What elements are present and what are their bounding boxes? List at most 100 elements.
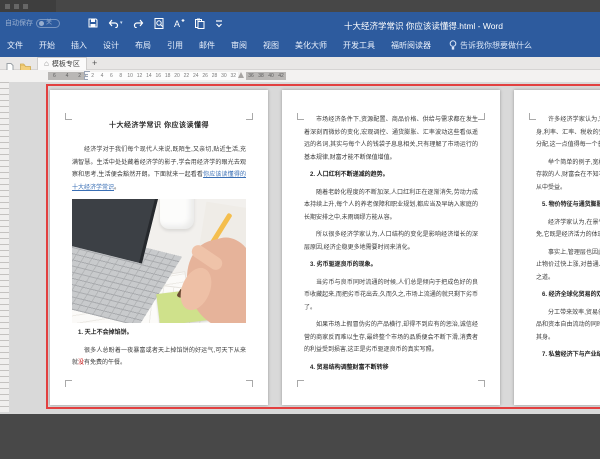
heading-1: 1. 天上不会掉馅饼。 [72,327,246,340]
ribbon-tab[interactable]: 美化大师 [295,40,327,51]
tell-me-label: 告诉我你想要做什么 [460,40,532,51]
redo-icon[interactable] [133,16,144,30]
intro-paragraph: 经济学对于我们每个现代人来说,既陌生,又亲切,贴近生活,充满智慧。生活中处处藏着… [72,144,246,194]
customize-quick-access-icon[interactable] [215,16,223,30]
ribbon-tab[interactable]: 开发工具 [343,40,375,51]
autosave-toggle[interactable]: 自动保存 关 [5,18,60,28]
ribbon-tab[interactable]: 引用 [167,40,183,51]
ribbon-tab[interactable]: 设计 [103,40,119,51]
body-paragraph: 所以很多经济学家认为,人口结构的变化是影响经济增长的深层原因,经济企稳更多地需要… [304,229,478,254]
screen-bottom-strip [0,414,600,459]
ruler-number: 16 [154,74,163,79]
ruler-number: 4 [61,74,74,79]
undo-dropdown-icon[interactable]: ▾ [120,20,123,26]
ruler-number: 20 [172,74,181,79]
body-paragraph: 事实上,管理层也因此面临两难,既要保持经济平稳增长,又要防止物价过快上涨,对普通… [536,247,600,285]
undo-icon[interactable]: ▾ [108,16,123,30]
body-paragraph: 许多经济学家认为,宏观政策的每一次调整都会牵一发而动全身,利率、汇率、税收的变化… [536,114,600,152]
heading-7: 7. 私营经济下与产业结构调整 [536,349,600,362]
ruler-number: 2 [88,74,97,79]
ribbon-tab[interactable]: 视图 [263,40,279,51]
heading-4: 4. 贸易结构调整财富不断转移 [304,362,478,375]
recorder-controls-icon [5,4,28,9]
crop-mark-icon [297,380,304,387]
save-icon[interactable] [88,16,98,30]
crop-mark-icon [478,113,485,120]
page-2[interactable]: 市场经济条件下,资源配置、商品价格、供给与需求都在发生着深刻而微妙的变化,宏观调… [282,90,500,405]
crop-mark-icon [246,113,253,120]
tab-template-zone[interactable]: ⌂ 模板专区 [37,57,87,70]
ruler-number: 26 [201,74,210,79]
ruler-number: 18 [163,74,172,79]
add-tab-button[interactable]: + [92,58,97,69]
ribbon-tab[interactable]: 审阅 [231,40,247,51]
body-paragraph: 很多人总盼着一夜暴富或者天上掉馅饼的好运气,可天下从来就没有免费的午餐。 [72,345,246,370]
photo-mug [160,199,194,229]
crop-mark-icon [65,380,72,387]
heading-5: 5. 物价特征与通货膨胀。 [536,199,600,212]
autosave-pill[interactable]: 关 [36,19,60,28]
document-title: 十大经济学常识 你应该读懂得 [72,120,246,130]
print-preview-icon[interactable] [154,16,164,30]
document-area: 十大经济学常识 你应该读懂得 经济学对于我们每个现代人来说,既陌生,又亲切,贴近… [0,82,600,414]
ruler-number: 12 [135,74,144,79]
inline-photo-writing-hand [72,199,246,323]
ruler-right-margin: 36384042 [246,72,286,80]
crop-mark-icon [529,113,536,120]
ribbon-tab-row: 文件 开始 插入 设计 布局 引用 邮件 审阅 视图 美化大师 开发工具 福昕阅读器 告诉我你想要做什… [0,34,600,57]
screen-capture-strip [0,0,600,12]
ruler-number: 4 [97,74,106,79]
ruler-number: 6 [48,74,61,79]
quick-access-toolbar: ▾ A [88,15,223,31]
body-paragraph: 如果市场上假冒伪劣的产品横行,却得不到应有的惩治,诚信经营的商家反而难以生存,最… [304,319,478,357]
intro-tail: 。 [114,185,120,191]
document-tab-bar: ⌂ 模板专区 + [0,57,600,70]
ribbon-tab[interactable]: 福昕阅读器 [391,40,431,51]
ribbon-tab[interactable]: 插入 [71,40,87,51]
font-grow-icon[interactable]: A [174,16,185,30]
autosave-knob [39,21,44,26]
ruler-number: 32 [229,74,238,79]
window-title: 十大经济学常识 你应该读懂得.html - Word [344,20,503,32]
ribbon-tab[interactable]: 邮件 [199,40,215,51]
title-bar: 自动保存 关 ▾ A [0,12,600,34]
body-paragraph: 分工带来效率,贸易创造财富,但全球化也是一把双刃剑,它让商品和资本自由流动的同时… [536,307,600,345]
heading-3: 3. 劣币驱逐良币的现象。 [304,259,478,272]
word-window: 自动保存 关 ▾ A [0,0,600,459]
crop-mark-icon [246,380,253,387]
svg-text:A: A [174,19,180,28]
vertical-ruler[interactable] [0,82,9,412]
ruler-number: 42 [276,74,286,79]
body-paragraph: 市场经济条件下,资源配置、商品价格、供给与需求都在发生着深刻而微妙的变化,宏观调… [304,114,478,164]
page-1[interactable]: 十大经济学常识 你应该读懂得 经济学对于我们每个现代人来说,既陌生,又亲切,贴近… [50,90,268,405]
ruler-number: 38 [256,74,266,79]
heading-2: 2. 人口红利不断递减的趋势。 [304,169,478,182]
heading-6: 6. 经济全球化贸易的双刃剑。 [536,289,600,302]
ruler-number: 22 [182,74,191,79]
ribbon-tab[interactable]: 开始 [39,40,55,51]
horizontal-ruler[interactable]: 642 2468101214161820222426283032 3638404… [0,70,600,82]
body-paragraph: 经济学家认为,在景气上行的周期之中,温和的通货膨胀难以避免,它既是经济活力的体现… [536,217,600,242]
ruler-number: 40 [266,74,276,79]
body-paragraph: 举个简单的例子,宽松的货币政策会推高资产的价格,手里只有存款的人,财富会在不知不… [536,157,600,195]
tell-me-box[interactable]: 告诉我你想要做什么 [449,40,532,51]
ruler-number: 36 [246,74,256,79]
autosave-label: 自动保存 [5,18,33,28]
body-paragraph: 随着老龄化程度的不断加深,人口红利正在逐渐消失,劳动力成本持续上升,每个人的养老… [304,187,478,225]
recorder-panel [0,0,56,12]
ribbon-tab[interactable]: 文件 [7,40,23,51]
ruler-number: 10 [126,74,135,79]
ribbon-tab[interactable]: 布局 [135,40,151,51]
ruler-number: 8 [116,74,125,79]
crop-mark-icon [478,380,485,387]
page-3[interactable]: 许多经济学家认为,宏观政策的每一次调整都会牵一发而动全身,利率、汇率、税收的变化… [514,90,600,405]
ruler-left-margin: 642 [48,72,86,80]
ruler-number: 6 [107,74,116,79]
body-paragraph: 当劣币与良币同时流通的时候,人们总是倾向于把成色好的良币收藏起来,而把劣币花出去… [304,277,478,315]
paste-icon[interactable] [195,16,205,30]
ruler-number: 14 [144,74,153,79]
ruler-number: 24 [191,74,200,79]
ruler-number: 30 [219,74,228,79]
ruler-scale: 2468101214161820222426283032 [88,72,238,80]
right-indent-marker[interactable] [238,72,244,78]
